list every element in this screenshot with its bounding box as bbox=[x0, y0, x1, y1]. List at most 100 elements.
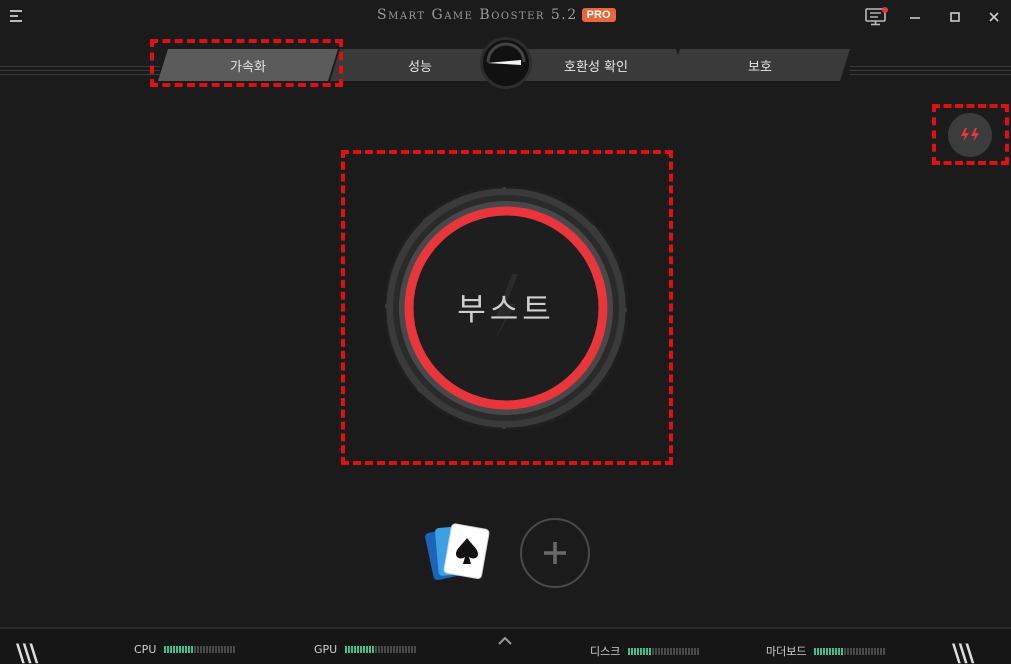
stat-gpu: GPU bbox=[314, 643, 417, 656]
meter-segment bbox=[841, 647, 844, 655]
minimize-button[interactable] bbox=[904, 7, 926, 27]
gauge-needle-icon bbox=[486, 42, 526, 65]
stat-label: 마더보드 bbox=[766, 645, 807, 658]
app-title: Smart Game Booster 5.2 PRO bbox=[377, 5, 616, 25]
meter-segment bbox=[185, 646, 188, 653]
tab-label: 호환성 확인 bbox=[564, 59, 628, 75]
meter-segment bbox=[164, 646, 167, 653]
footer-deco-left: \\\ bbox=[16, 639, 38, 664]
meter-segment bbox=[212, 646, 215, 653]
stat-label: CPU bbox=[134, 643, 157, 656]
meter-segment bbox=[643, 647, 646, 655]
stat-meter bbox=[345, 646, 417, 653]
turbo-boost-button[interactable] bbox=[948, 113, 992, 157]
meter-segment bbox=[345, 646, 348, 653]
meter-segment bbox=[357, 646, 360, 653]
notification-button[interactable] bbox=[864, 7, 888, 27]
meter-segment bbox=[676, 647, 679, 655]
meter-segment bbox=[173, 646, 176, 653]
tab-protection[interactable]: 보호 bbox=[670, 49, 850, 81]
meter-segment bbox=[832, 647, 835, 655]
meter-segment bbox=[877, 647, 880, 655]
meter-segment bbox=[688, 647, 691, 655]
meter-segment bbox=[399, 646, 402, 653]
meter-segment bbox=[233, 646, 236, 653]
meter-segment bbox=[865, 647, 868, 655]
meter-segment bbox=[351, 646, 354, 653]
meter-segment bbox=[823, 647, 826, 655]
expand-footer-button[interactable] bbox=[498, 630, 512, 649]
meter-segment bbox=[664, 647, 667, 655]
meter-segment bbox=[691, 647, 694, 655]
meter-segment bbox=[381, 646, 384, 653]
stat-meter bbox=[814, 647, 886, 655]
meter-segment bbox=[182, 646, 185, 653]
meter-segment bbox=[658, 647, 661, 655]
meter-segment bbox=[679, 647, 682, 655]
meter-segment bbox=[649, 647, 652, 655]
meter-segment bbox=[203, 646, 206, 653]
meter-segment bbox=[396, 646, 399, 653]
meter-segment bbox=[197, 646, 200, 653]
game-solitaire[interactable] bbox=[425, 520, 491, 584]
meter-segment bbox=[378, 646, 381, 653]
meter-segment bbox=[697, 647, 700, 655]
meter-segment bbox=[230, 646, 233, 653]
meter-segment bbox=[167, 646, 170, 653]
stat-disk: 디스크 bbox=[590, 643, 700, 659]
meter-segment bbox=[628, 647, 631, 655]
meter-segment bbox=[408, 646, 411, 653]
turbo-boost-icon bbox=[961, 128, 979, 142]
meter-segment bbox=[170, 646, 173, 653]
meter-segment bbox=[652, 647, 655, 655]
meter-segment bbox=[634, 647, 637, 655]
meter-segment bbox=[661, 647, 664, 655]
meter-segment bbox=[859, 647, 862, 655]
meter-segment bbox=[176, 646, 179, 653]
meter-segment bbox=[631, 647, 634, 655]
boost-button[interactable]: 부스트 bbox=[383, 185, 629, 431]
close-button[interactable] bbox=[983, 7, 1005, 27]
meter-segment bbox=[405, 646, 408, 653]
meter-segment bbox=[414, 646, 417, 653]
tab-compatibility[interactable]: 호환성 확인 bbox=[506, 49, 686, 81]
meter-segment bbox=[224, 646, 227, 653]
meter-segment bbox=[817, 647, 820, 655]
meter-segment bbox=[874, 647, 877, 655]
footer-deco-right: \\\ bbox=[952, 639, 974, 664]
tab-label: 성능 bbox=[408, 59, 432, 75]
meter-segment bbox=[847, 647, 850, 655]
stat-meter bbox=[628, 647, 700, 655]
meter-segment bbox=[188, 646, 191, 653]
meter-segment bbox=[871, 647, 874, 655]
pro-badge: PRO bbox=[581, 8, 616, 22]
stat-cpu: CPU bbox=[134, 643, 236, 656]
meter-segment bbox=[673, 647, 676, 655]
plus-icon bbox=[544, 542, 566, 564]
stat-motherboard: 마더보드 bbox=[766, 643, 886, 659]
menu-icon[interactable] bbox=[10, 10, 24, 24]
meter-segment bbox=[820, 647, 823, 655]
maximize-button[interactable] bbox=[944, 7, 966, 27]
meter-segment bbox=[393, 646, 396, 653]
meter-segment bbox=[363, 646, 366, 653]
highlight-tab-box bbox=[150, 39, 343, 87]
status-footer: \\\ \\\ CPU GPU 디스크 마더보드 bbox=[0, 627, 1011, 664]
meter-segment bbox=[685, 647, 688, 655]
maximize-icon bbox=[950, 12, 960, 22]
meter-segment bbox=[191, 646, 194, 653]
add-game-button[interactable] bbox=[520, 518, 590, 588]
meter-segment bbox=[829, 647, 832, 655]
meter-segment bbox=[402, 646, 405, 653]
meter-segment bbox=[640, 647, 643, 655]
meter-segment bbox=[209, 646, 212, 653]
meter-segment bbox=[179, 646, 182, 653]
meter-segment bbox=[850, 647, 853, 655]
meter-segment bbox=[670, 647, 673, 655]
meter-segment bbox=[637, 647, 640, 655]
meter-segment bbox=[838, 647, 841, 655]
meter-segment bbox=[215, 646, 218, 653]
app-title-text: Smart Game Booster 5.2 bbox=[377, 7, 578, 23]
meter-segment bbox=[200, 646, 203, 653]
meter-segment bbox=[227, 646, 230, 653]
